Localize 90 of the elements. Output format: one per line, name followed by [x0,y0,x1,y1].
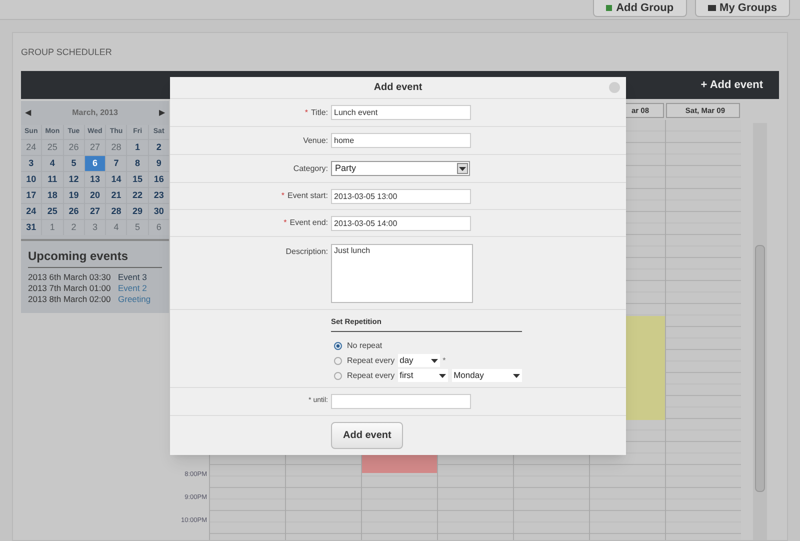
event-block[interactable] [362,454,437,473]
scrollbar-thumb[interactable] [755,245,765,492]
caret-icon [438,374,446,378]
event-link[interactable]: Event 3 [118,272,147,283]
field-label: Category: [293,162,328,174]
calendar-day[interactable]: 29 [127,204,148,219]
calendar-day[interactable]: 25 [42,140,63,155]
calendar-day[interactable]: 6 [148,220,169,235]
required-mark: * [284,217,287,229]
calendar-day[interactable]: 28 [106,140,126,155]
calendar-day[interactable]: 2 [148,140,169,155]
calendar-day[interactable]: 27 [84,204,106,219]
calendar-day[interactable]: 14 [106,172,126,187]
field-label: Title: [310,106,328,118]
calendar-day[interactable]: 26 [64,204,84,219]
calendar-day[interactable]: 19 [64,188,84,203]
calendar-day[interactable]: 3 [21,156,42,171]
top-button[interactable]: My Groups [694,0,790,17]
option-label: Repeat every [347,354,395,367]
radio-button[interactable] [334,356,342,365]
event-date: 2013 7th March 01:00 [28,283,112,294]
calendar-day[interactable]: 18 [42,188,63,203]
option-label: Repeat every [347,370,395,382]
upcoming-events-title: Upcoming events [28,247,162,268]
event-date: 2013 6th March 03:30 [28,272,112,283]
add-event-submit-button[interactable]: Add event [331,422,404,449]
calendar-day[interactable]: 15 [127,172,148,187]
scrollbar[interactable] [753,123,767,540]
calendar-day[interactable]: 22 [127,188,148,203]
next-month-button[interactable]: ▶ [159,107,165,119]
calendar-day[interactable]: 20 [84,188,106,203]
radio-button[interactable] [334,342,342,350]
event-date: 2013 8th March 02:00 [28,294,112,305]
calendar-day[interactable]: 5 [127,220,148,235]
calendar-day[interactable]: 3 [84,220,106,235]
calendar-day[interactable]: 2 [64,220,84,235]
field-label: Description: [286,246,328,258]
category-select[interactable]: Party [331,161,470,176]
caret-icon [459,166,466,170]
option-label: No repeat [347,340,382,352]
calendar-day[interactable]: 9 [148,156,169,171]
calendar-day[interactable]: 31 [21,220,42,235]
dialog-title: Add event [374,81,422,95]
caret-icon [430,358,438,363]
field-label: Venue: [303,134,328,146]
previous-month-button[interactable]: ◀ [25,107,31,119]
calendar-day[interactable]: 27 [84,140,106,155]
text-field[interactable]: Lunch event [331,105,471,120]
calendar-day[interactable]: 1 [127,140,148,155]
month-label: March, 2013 [72,107,118,119]
calendar-day[interactable]: 13 [84,172,106,187]
calendar-day[interactable]: 26 [64,140,84,155]
calendar-day[interactable]: 24 [21,204,42,219]
calendar-day[interactable]: 17 [21,188,42,203]
calendar-day[interactable]: 16 [148,172,169,187]
calendar-day[interactable]: 23 [148,188,169,203]
field-label: Event start: [288,190,328,202]
calendar-day[interactable]: 24 [21,140,42,155]
add-event-button[interactable]: + Add event [700,76,763,94]
required-mark: * [304,106,308,118]
calendar-day[interactable]: 30 [148,204,169,219]
calendar-day[interactable]: 4 [42,156,63,171]
dropdown[interactable]: day [398,354,440,368]
top-button[interactable]: Add Group [593,0,687,17]
until-field[interactable] [331,394,471,409]
required-mark: * [442,354,446,367]
calendar-day[interactable]: 21 [106,188,126,203]
calendar-day[interactable]: 6 [84,156,106,171]
calendar-day[interactable]: 1 [42,220,63,235]
caret-icon [512,374,520,378]
dropdown[interactable]: first [398,369,448,382]
panel-title: GROUP SCHEDULER [21,46,113,59]
calendar-day[interactable]: 28 [106,204,126,219]
calendar-day[interactable]: 11 [42,172,63,187]
description-field[interactable]: Just lunch [331,244,473,303]
calendar-day[interactable]: 10 [21,172,42,187]
calendar-day[interactable]: 5 [64,156,84,171]
calendar-day[interactable]: 25 [42,204,63,219]
calendar-day[interactable]: 8 [127,156,148,171]
calendar-day[interactable]: 7 [106,156,126,171]
close-icon[interactable] [609,82,620,93]
required-mark: * [281,190,285,202]
dropdown[interactable]: Monday [452,369,522,382]
radio-button[interactable] [334,372,342,380]
calendar-day[interactable]: 4 [106,220,126,235]
field-label: Event end: [290,217,328,229]
text-field[interactable]: 2013-03-05 14:00 [331,216,471,230]
text-field[interactable]: home [331,133,471,148]
text-field[interactable]: 2013-03-05 13:00 [331,188,471,204]
calendar-day[interactable]: 12 [64,172,84,187]
